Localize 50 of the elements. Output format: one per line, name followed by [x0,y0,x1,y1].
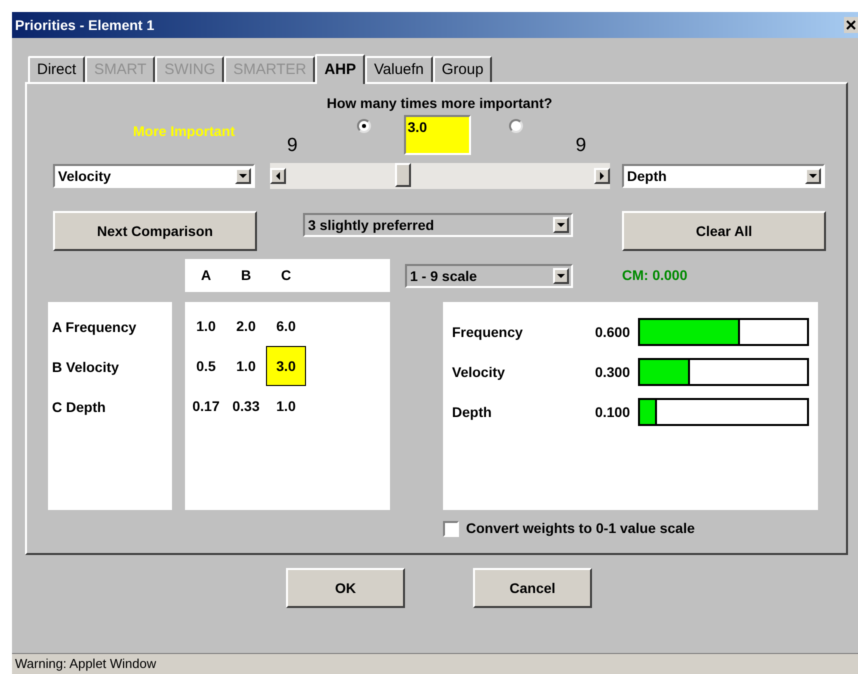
question-label: How many times more important? [326,95,552,111]
matrix-cell[interactable]: 0.17 [186,386,226,426]
scroll-left-icon[interactable] [270,168,286,184]
weight-value: 0.600 [594,322,630,342]
weight-value: 0.100 [594,402,630,422]
matrix-cell[interactable]: 2.0 [226,306,266,346]
criterion-dropdown[interactable]: Velocity [53,164,255,188]
matrix-cell[interactable]: 1.0 [266,386,306,426]
checkbox[interactable] [443,520,459,536]
more-important-label: More Important [133,123,236,141]
window-title: Priorities - Element 1 [15,16,154,34]
scroll-right-icon[interactable] [594,168,610,184]
tab[interactable]: AHP [315,54,365,84]
radio-button[interactable] [356,119,371,133]
ratio-field[interactable]: 3.0 [404,115,471,155]
weight-label: Depth [452,402,493,422]
preference-dropdown[interactable]: 3 slightly preferred [303,213,573,237]
criterion-dropdown[interactable]: Depth [622,164,825,188]
next-comparison-button[interactable]: Next Comparison [53,211,257,251]
criterion-label: B Velocity [52,359,119,375]
matrix-cell[interactable]: 3.0 [266,346,306,386]
weight-label: Velocity [452,362,506,382]
matrix-cell[interactable]: 6.0 [266,306,306,346]
matrix-cell[interactable]: 1.0 [186,306,226,346]
weight-label: Frequency [452,322,524,342]
matrix-cell[interactable]: 0.5 [186,346,226,386]
close-icon[interactable] [844,17,858,33]
slider-thumb[interactable] [395,163,412,187]
tab[interactable]: Group [432,56,492,82]
status-text: Warning: Applet Window [15,655,156,674]
consistency-label: CM: 0.000 [622,266,688,285]
column-header: A [200,266,212,285]
criterion-label: C Depth [52,399,106,415]
tab[interactable]: Valuefn [365,56,433,82]
column-header: C [280,266,292,285]
radio-button[interactable] [508,119,523,133]
checkbox-label: Convert weights to 0-1 value scale [466,519,695,538]
cancel-button[interactable]: Cancel [473,568,592,608]
ok-button[interactable]: OK [286,568,405,608]
scale-end-label: 9 [576,136,586,155]
tab[interactable]: Direct [28,56,86,82]
weight-value: 0.300 [594,362,630,382]
clear-all-button[interactable]: Clear All [622,211,826,251]
scale-dropdown[interactable]: 1 - 9 scale [405,264,573,288]
slider[interactable] [270,163,610,189]
matrix-cell[interactable]: 0.33 [226,386,266,426]
scale-end-label: 9 [287,136,298,155]
column-header: B [240,266,252,285]
matrix-cell[interactable]: 1.0 [226,346,266,386]
criterion-label: A Frequency [52,319,136,335]
